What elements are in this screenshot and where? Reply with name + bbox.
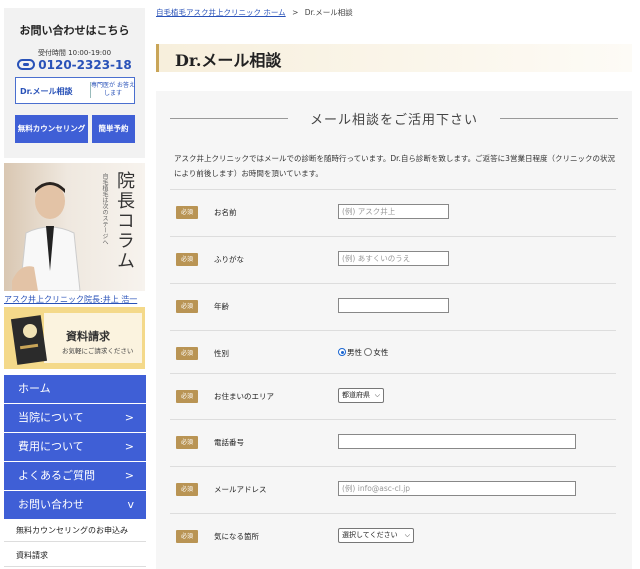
field-label: 気になる箇所	[214, 532, 259, 541]
sidebar: お問い合わせはこちら 受付時間 10:00-19:00 0120-2323-18…	[0, 0, 149, 569]
chevron-down-icon: ⌵	[374, 391, 380, 399]
concern-select[interactable]: 選択してください ⌵	[338, 528, 414, 543]
nav-label: お問い合わせ	[18, 498, 84, 511]
easy-reserve-button[interactable]: 簡単予約	[92, 115, 135, 143]
intro-text: アスク井上クリニックではメールでの診断を随時行っています。Dr.自ら診断を致しま…	[174, 154, 615, 178]
subnav-item-document-request[interactable]: 資料請求	[4, 545, 146, 567]
prefecture-select[interactable]: 都道府県 ⌵	[338, 388, 384, 403]
drmail-consult-sub: 専門医が お答えします	[90, 82, 135, 98]
form-section: メール相談をご活用下さい アスク井上クリニックではメールでの診断を随時行っていま…	[156, 91, 632, 569]
chevron-down-icon: v	[127, 498, 134, 511]
breadcrumb-home-link[interactable]: 自毛植毛アスク井上クリニック ホーム	[156, 8, 286, 17]
column-subtitle: 自毛植毛は次のステージへ	[101, 173, 108, 245]
contact-box: お問い合わせはこちら 受付時間 10:00-19:00 0120-2323-18…	[4, 8, 145, 158]
document-request-banner[interactable]: 資料請求 お気軽にご請求ください	[4, 307, 145, 369]
required-badge: 必須	[176, 436, 198, 449]
chevron-right-icon: >	[124, 440, 134, 453]
phone-number-text: 0120-2323-18	[38, 58, 132, 72]
form-row-area: 必須 お住まいのエリア 都道府県 ⌵	[170, 373, 616, 419]
form-row-concern: 必須 気になる箇所 選択してください ⌵	[170, 513, 616, 559]
required-badge: 必須	[176, 530, 198, 543]
nav-item-about[interactable]: 当院について >	[4, 404, 146, 432]
chevron-right-icon: >	[124, 469, 134, 482]
nav-label: ホーム	[18, 382, 51, 395]
field-label: ふりがな	[214, 255, 244, 264]
form-row-furigana: 必須 ふりがな (例) あすくいのうえ	[170, 236, 616, 282]
brochure-icon	[10, 315, 48, 365]
gender-radio-female[interactable]	[364, 348, 373, 356]
freedial-icon	[17, 59, 36, 70]
reception-hours: 受付時間 10:00-19:00	[37, 49, 112, 57]
form-row-gender: 必須 性別 男性 女性	[170, 330, 616, 376]
furigana-input[interactable]: (例) あすくいのうえ	[338, 251, 449, 266]
free-counseling-button[interactable]: 無料カウンセリング	[15, 115, 88, 143]
contact-title: お問い合わせはこちら	[19, 24, 130, 37]
form-row-age: 必須 年齢	[170, 283, 616, 329]
nav-item-contact[interactable]: お問い合わせ v	[4, 491, 146, 519]
chevron-down-icon: ⌵	[404, 531, 410, 539]
chevron-right-icon: >	[124, 411, 134, 424]
phone-number[interactable]: 0120-2323-18	[4, 58, 145, 72]
doctor-photo	[12, 182, 81, 291]
required-badge: 必須	[176, 253, 198, 266]
gender-option-label: 男性	[347, 348, 362, 357]
required-badge: 必須	[176, 347, 198, 360]
field-label: 電話番号	[214, 438, 244, 447]
page-title: Dr.メール相談	[175, 51, 282, 70]
required-badge: 必須	[176, 206, 198, 219]
breadcrumb-separator: >	[292, 8, 299, 17]
form-row-name: 必須 お名前 (例) アスク井上	[170, 189, 616, 235]
form-row-email: 必須 メールアドレス (例) info@asc-cl.jp	[170, 466, 616, 512]
gender-radio-group: 男性 女性	[338, 347, 388, 358]
drmail-consult-button[interactable]: Dr.メール相談 専門医が お答えします	[15, 77, 135, 104]
field-label: お住まいのエリア	[214, 392, 274, 401]
nav-label: よくあるご質問	[18, 469, 95, 482]
page-title-bar: Dr.メール相談	[156, 44, 632, 72]
required-badge: 必須	[176, 300, 198, 313]
gender-option-label: 女性	[373, 348, 389, 357]
required-badge: 必須	[176, 390, 198, 403]
age-input[interactable]	[338, 298, 449, 313]
email-input[interactable]: (例) info@asc-cl.jp	[338, 481, 576, 496]
field-label: メールアドレス	[214, 485, 267, 494]
breadcrumb: 自毛植毛アスク井上クリニック ホーム > Dr.メール相談	[156, 7, 353, 18]
breadcrumb-current: Dr.メール相談	[304, 8, 353, 17]
nav-label: 当院について	[18, 411, 84, 424]
name-input[interactable]: (例) アスク井上	[338, 204, 449, 219]
form-row-phone: 必須 電話番号	[170, 419, 616, 465]
drmail-consult-label: Dr.メール相談	[20, 87, 73, 96]
field-label: 性別	[214, 349, 229, 358]
nav-label: 費用について	[18, 440, 84, 453]
prefecture-select-value: 都道府県	[342, 391, 370, 399]
document-request-title: 資料請求	[66, 330, 110, 343]
subnav-item-counseling[interactable]: 無料カウンセリングのお申込み	[4, 520, 146, 542]
section-title: メール相談をご活用下さい	[309, 113, 478, 128]
nav-item-faq[interactable]: よくあるご質問 >	[4, 462, 146, 490]
director-column-banner[interactable]: 自毛植毛は次のステージへ 院長コラム	[4, 163, 145, 291]
concern-select-value: 選択してください	[342, 531, 398, 539]
column-title: 院長コラム	[114, 171, 135, 271]
field-label: お名前	[214, 208, 237, 217]
main-content: 自毛植毛アスク井上クリニック ホーム > Dr.メール相談 Dr.メール相談 メ…	[149, 0, 640, 569]
nav-item-home[interactable]: ホーム	[4, 375, 146, 403]
nav-item-fees[interactable]: 費用について >	[4, 433, 146, 461]
gender-radio-male[interactable]	[338, 348, 346, 356]
field-label: 年齢	[214, 302, 229, 311]
doctor-profile-link[interactable]: アスク井上クリニック院長:井上 浩一	[4, 294, 137, 305]
document-request-sub: お気軽にご請求ください	[62, 347, 134, 355]
phone-input[interactable]	[338, 434, 576, 449]
required-badge: 必須	[176, 483, 198, 496]
